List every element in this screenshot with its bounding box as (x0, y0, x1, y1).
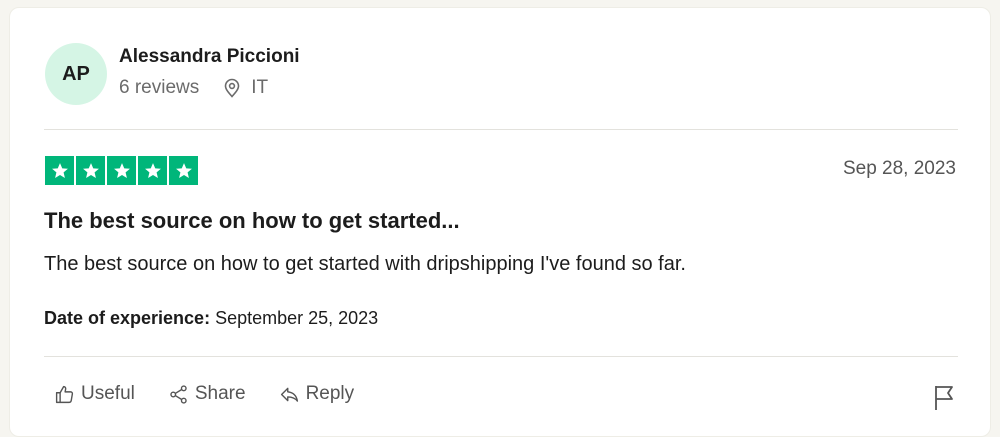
location-pin-icon (223, 78, 241, 98)
review-actions: Useful Share Reply (54, 383, 387, 405)
star-icon (138, 156, 167, 185)
divider-bottom (44, 356, 958, 357)
reviewer-meta: 6 reviews IT (119, 77, 268, 99)
share-button[interactable]: Share (168, 383, 246, 405)
avatar[interactable]: AP (45, 43, 107, 105)
report-flag-button[interactable] (932, 383, 956, 416)
date-of-experience: Date of experience: September 25, 2023 (44, 308, 378, 329)
divider-top (44, 129, 958, 130)
useful-button[interactable]: Useful (54, 383, 135, 405)
share-label: Share (194, 383, 246, 404)
experience-date: September 25, 2023 (215, 308, 379, 328)
avatar-initials: AP (62, 62, 90, 85)
flag-icon (932, 386, 956, 415)
reviewer-country: IT (251, 77, 269, 98)
experience-label: Date of experience: (44, 308, 211, 328)
review-card: AP Alessandra Piccioni 6 reviews IT Sep … (9, 7, 991, 437)
review-title[interactable]: The best source on how to get started... (44, 208, 460, 234)
reviewer-name[interactable]: Alessandra Piccioni (119, 46, 300, 68)
reviews-count: 6 reviews (119, 77, 200, 98)
useful-label: Useful (81, 383, 135, 404)
reply-label: Reply (305, 383, 355, 404)
review-body: The best source on how to get started wi… (44, 253, 686, 275)
star-icon (169, 156, 198, 185)
share-icon (168, 384, 189, 405)
thumbs-up-icon (54, 384, 75, 405)
reply-button[interactable]: Reply (279, 383, 355, 405)
review-date: Sep 28, 2023 (842, 158, 956, 179)
star-rating (45, 156, 198, 185)
reply-icon (279, 384, 300, 405)
star-icon (45, 156, 74, 185)
star-icon (76, 156, 105, 185)
star-icon (107, 156, 136, 185)
